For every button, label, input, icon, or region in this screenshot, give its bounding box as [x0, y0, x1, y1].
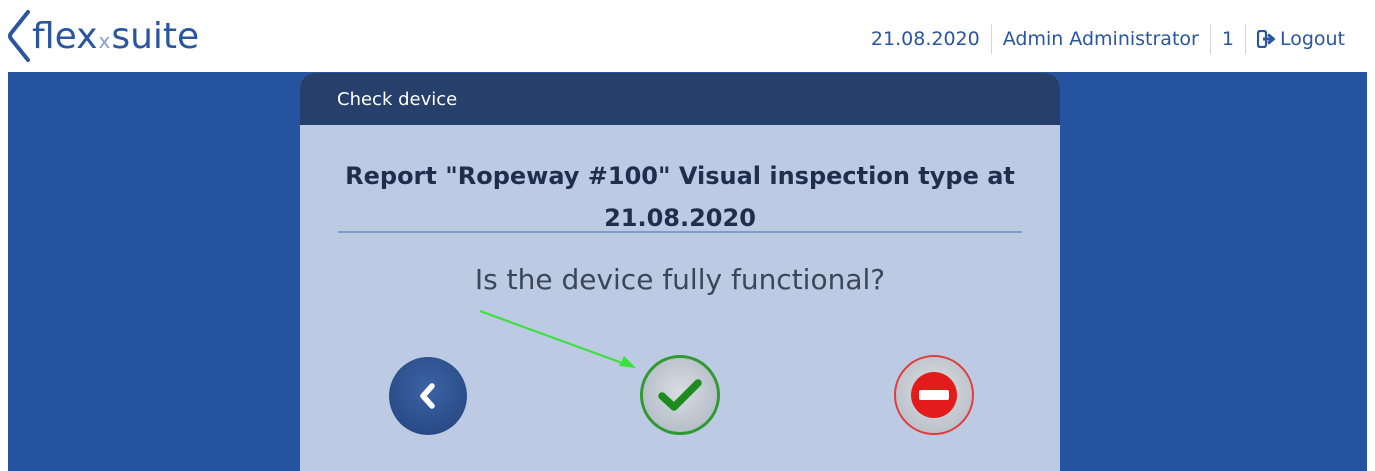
logo-main-text: flex: [32, 15, 98, 57]
user-name-link[interactable]: Admin Administrator: [992, 25, 1210, 53]
flexsuite-logo[interactable]: flex x suite: [8, 10, 199, 62]
notification-count[interactable]: 1: [1211, 25, 1245, 53]
sign-out-icon: [1256, 30, 1275, 48]
header-date: 21.08.2020: [870, 28, 980, 50]
chevron-left-icon: [420, 383, 435, 409]
logo-wordmark: flex x suite: [32, 16, 199, 57]
report-title: Report "Ropeway #100" Visual inspection …: [345, 162, 1015, 232]
panel-header: Check device: [300, 73, 1060, 125]
confirm-functional-button[interactable]: [640, 355, 720, 435]
question-text: Is the device fully functional?: [474, 263, 886, 296]
checkmark-icon: [658, 379, 702, 411]
app-header: flex x suite 21.08.2020 Admin Administra…: [0, 0, 1375, 72]
check-device-panel: Check device Report "Ropeway #100" Visua…: [300, 73, 1060, 471]
logo-x-text: x: [98, 28, 111, 53]
divider: [338, 231, 1022, 233]
logo-suite-text: suite: [111, 15, 200, 57]
logout-label: Logout: [1279, 28, 1345, 50]
logout-link[interactable]: Logout: [1246, 25, 1345, 53]
header-user-bar: 21.08.2020 Admin Administrator 1 Logout: [860, 24, 1345, 54]
flex-bracket-icon: [8, 10, 30, 62]
back-button[interactable]: [389, 357, 467, 435]
reject-functional-button[interactable]: [894, 355, 974, 435]
minus-circle-icon: [911, 372, 957, 418]
